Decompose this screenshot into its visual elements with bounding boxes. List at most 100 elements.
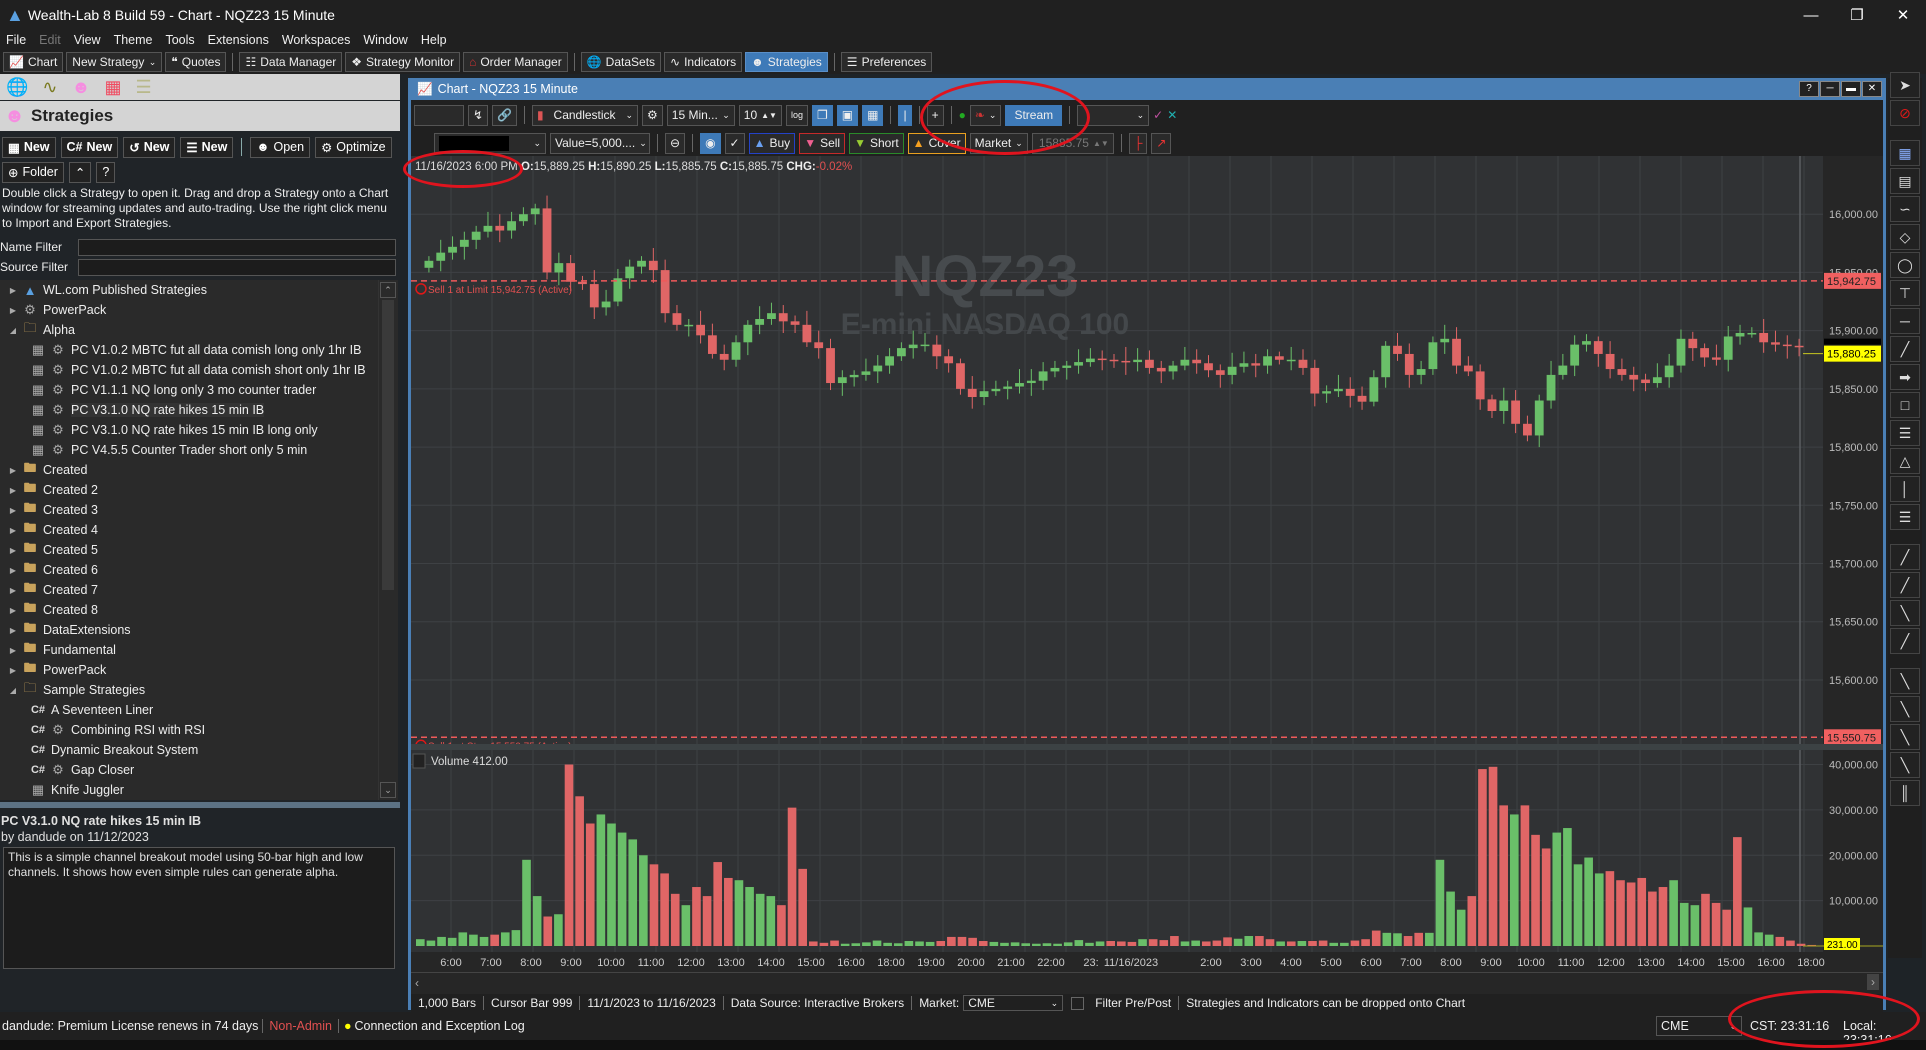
fib-extension-icon[interactable]: ╲: [1890, 696, 1920, 722]
expand-arrow-icon[interactable]: ▶: [6, 526, 20, 535]
tree-scrollbar[interactable]: ⌃ ⌄: [378, 280, 396, 800]
tree-item[interactable]: ◢ 🗀 Sample Strategies: [0, 680, 398, 700]
link-button[interactable]: 🔗: [492, 104, 518, 126]
expand-arrow-icon[interactable]: ▶: [6, 306, 20, 315]
parallel-channel-icon[interactable]: ╱: [1890, 572, 1920, 598]
sell-button[interactable]: ▼ Sell: [799, 132, 846, 154]
chart-style-dropdown[interactable]: ▮ Candlestick ⌄: [532, 104, 639, 126]
scroll-left-icon[interactable]: ‹: [415, 976, 419, 990]
optimize-button[interactable]: ⚙ Optimize: [315, 136, 392, 158]
tree-item[interactable]: ◢ 🗀 Alpha: [0, 320, 398, 340]
new-rotation-button[interactable]: ↺ New: [123, 136, 176, 158]
filter-prepost-checkbox[interactable]: [1071, 996, 1085, 1010]
tree-item[interactable]: ▦ ⚙ PC V4.5.5 Counter Trader short only 5 …: [0, 440, 398, 460]
expand-arrow-icon[interactable]: ▶: [6, 466, 20, 475]
panel-splitter[interactable]: [0, 802, 400, 808]
short-button[interactable]: ▼ Short: [849, 132, 904, 154]
channel-icon[interactable]: ╱: [1890, 544, 1920, 570]
chart-close-button[interactable]: ✕: [1862, 81, 1882, 97]
connection-log-link[interactable]: Connection and Exception Log: [352, 1019, 525, 1033]
menu-extensions[interactable]: Extensions: [208, 33, 269, 47]
order-manager-button[interactable]: ⌂ Order Manager: [463, 52, 568, 72]
vertical-marker-icon[interactable]: │: [1890, 476, 1920, 502]
menu-file[interactable]: File: [6, 33, 26, 47]
ellipse-icon[interactable]: ◯: [1890, 252, 1920, 278]
volume-chart[interactable]: 40,000.00 30,000.00 20,000.00 10,000.00 231.…: [411, 750, 1883, 952]
expand-arrow-icon[interactable]: ▶: [6, 566, 20, 575]
expand-arrow-icon[interactable]: ▶: [6, 546, 20, 555]
new-building-block-button[interactable]: ▦ New: [2, 136, 56, 158]
menu-edit[interactable]: Edit: [39, 33, 61, 47]
source-filter-input[interactable]: [78, 258, 396, 276]
close-x-icon[interactable]: ✕: [1167, 108, 1177, 122]
tree-item[interactable]: ▦ ⚙ PC V1.1.1 NQ long only 3 mo counter tr…: [0, 380, 398, 400]
tree-item[interactable]: ▶ 🖿 Created 2: [0, 480, 398, 500]
pointer-icon[interactable]: ➤: [1890, 72, 1920, 98]
tree-item[interactable]: ▶ 🖿 DataExtensions: [0, 620, 398, 640]
text-box-icon[interactable]: ☰: [1890, 420, 1920, 446]
menu-tools[interactable]: Tools: [165, 33, 194, 47]
collapse-arrow-icon[interactable]: ◢: [6, 686, 20, 695]
tree-item[interactable]: ▦ ⚙ PC V1.0.2 MBTC fut all data comish lon…: [0, 340, 398, 360]
chart-scrollbar[interactable]: ‹ ›: [411, 972, 1883, 994]
globe-icon[interactable]: 🌐: [6, 77, 28, 98]
grid-icon[interactable]: ▦: [1890, 140, 1920, 166]
preferences-button[interactable]: ☰ Preferences: [840, 52, 933, 72]
cancel-orders-button[interactable]: ⊖: [665, 132, 686, 154]
tree-item[interactable]: C# Dynamic Breakout System: [0, 740, 398, 760]
confirm-checkbox[interactable]: ✓: [724, 132, 745, 154]
horizontal-line-icon[interactable]: ─: [1890, 308, 1920, 334]
strategies-button[interactable]: ☻ Strategies: [745, 52, 828, 72]
scroll-right-icon[interactable]: ›: [1867, 974, 1879, 990]
volume-profile-icon[interactable]: ☰: [1890, 504, 1920, 530]
help-button[interactable]: ?: [96, 161, 116, 183]
menu-theme[interactable]: Theme: [114, 33, 153, 47]
gann-fan-icon[interactable]: ╲: [1890, 724, 1920, 750]
expand-arrow-icon[interactable]: ▶: [6, 626, 20, 635]
fib-retracement-icon[interactable]: ╲: [1890, 752, 1920, 778]
show-orders-toggle[interactable]: ◉: [700, 132, 721, 154]
zigzag-icon[interactable]: ╲: [1890, 600, 1920, 626]
menu-workspaces[interactable]: Workspaces: [282, 33, 351, 47]
new-strategy-dropdown[interactable]: New Strategy ⌄: [66, 52, 163, 72]
building-blocks-icon[interactable]: ▦: [104, 77, 121, 98]
trendline-order-button[interactable]: ↗: [1151, 132, 1172, 154]
tree-item[interactable]: ▶ 🖿 Fundamental: [0, 640, 398, 660]
menu-help[interactable]: Help: [421, 33, 447, 47]
order-line-button[interactable]: ├: [1128, 132, 1148, 154]
open-button[interactable]: ☻ Open: [250, 136, 311, 158]
new-meta-button[interactable]: ☰ New: [180, 136, 234, 158]
tree-item[interactable]: ▶ ▲ WL.com Published Strategies: [0, 280, 398, 300]
books-icon[interactable]: ☰: [135, 77, 151, 98]
tree-item[interactable]: ▶ ⚙ PowerPack: [0, 300, 398, 320]
check-icon[interactable]: ✓: [1153, 108, 1163, 122]
tree-item[interactable]: ▶ 🖿 Created 8: [0, 600, 398, 620]
pane-button-2[interactable]: ▣: [836, 104, 859, 126]
collapse-all-button[interactable]: ⌃: [68, 161, 92, 183]
bar-spacing-stepper[interactable]: 10 ▲▼: [738, 104, 782, 126]
expand-arrow-icon[interactable]: ▶: [6, 606, 20, 615]
expand-arrow-icon[interactable]: ▶: [6, 666, 20, 675]
cursor-line-button[interactable]: |: [898, 104, 912, 126]
price-pane[interactable]: NQZ23 E-mini NASDAQ 100 Sell 1 at Limit 15…: [411, 156, 1883, 752]
quotes-button[interactable]: ❝ Quotes: [165, 52, 227, 72]
line-segment-icon[interactable]: ╱: [1890, 336, 1920, 362]
indicators-button[interactable]: ∿ Indicators: [664, 52, 743, 72]
curve-icon[interactable]: ∽: [1890, 196, 1920, 222]
tree-item[interactable]: ▶ 🖿 Created 7: [0, 580, 398, 600]
scale-dropdown[interactable]: 15 Min... ⌄: [666, 104, 735, 126]
log-scale-button[interactable]: log: [785, 104, 808, 126]
buy-button[interactable]: ▲ Buy: [748, 132, 796, 154]
pane-button-3[interactable]: ▦: [862, 104, 884, 126]
wave-icon[interactable]: ∿: [42, 77, 57, 98]
tree-item[interactable]: ▶ 🖿 Created: [0, 460, 398, 480]
expand-arrow-icon[interactable]: ▶: [6, 506, 20, 515]
menu-view[interactable]: View: [74, 33, 101, 47]
tree-item[interactable]: C# ⚙ Combining RSI with RSI: [0, 720, 398, 740]
strategy-monitor-button[interactable]: ❖ Strategy Monitor: [345, 52, 461, 72]
data-manager-button[interactable]: ☷ Data Manager: [239, 52, 343, 72]
diamond-icon[interactable]: ◇: [1890, 224, 1920, 250]
expand-arrow-icon[interactable]: ▶: [6, 286, 20, 295]
rectangle-icon[interactable]: □: [1890, 392, 1920, 418]
calendar-icon[interactable]: ▤: [1890, 168, 1920, 194]
